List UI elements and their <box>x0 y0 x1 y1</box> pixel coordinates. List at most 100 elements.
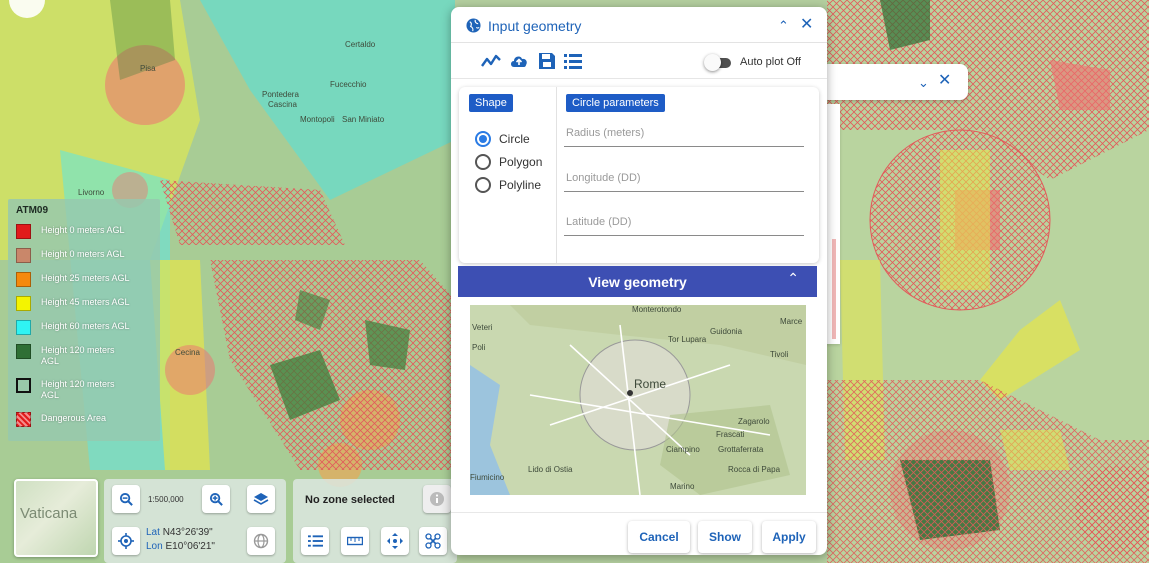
list-icon <box>307 535 323 547</box>
latitude-readout: Lat N43°26'39" <box>146 527 213 538</box>
radius-placeholder: Radius (meters) <box>566 127 645 139</box>
info-icon <box>430 492 444 506</box>
globe-button[interactable] <box>247 527 275 555</box>
preview-label: Marino <box>670 482 695 491</box>
legend-label: Height 0 meters AGL <box>41 225 125 235</box>
chevron-up-icon[interactable]: ⌃ <box>787 270 799 287</box>
shape-option-label: Polygon <box>499 155 543 169</box>
cancel-button[interactable]: Cancel <box>628 521 690 553</box>
geometry-form: Shape Circle parameters Circle Polygon P… <box>459 87 819 263</box>
legend-label: Height 45 meters AGL <box>41 297 130 307</box>
legend-item: Height 0 meters AGL <box>16 246 152 270</box>
preview-label: Monterotondo <box>632 305 682 314</box>
zone-info-button[interactable] <box>423 485 451 513</box>
map-place-label: Fucecchio <box>330 80 367 89</box>
preview-label: Tor Lupara <box>668 335 707 344</box>
basemap-switcher[interactable]: Vaticana <box>14 479 98 557</box>
circle-parameters-chip: Circle parameters <box>566 94 665 112</box>
ruler-button[interactable] <box>341 527 369 555</box>
apply-button[interactable]: Apply <box>762 521 816 553</box>
layers-button[interactable] <box>247 485 275 513</box>
save-floppy-icon[interactable] <box>537 52 557 70</box>
longitude-readout: Lon E10°06'21" <box>146 541 215 552</box>
shape-option-label: Circle <box>499 132 530 146</box>
legend-title: ATM09 <box>16 205 49 216</box>
latitude-input[interactable]: Latitude (DD) <box>564 210 804 236</box>
preview-label: Rocca di Papa <box>728 465 781 474</box>
auto-plot-label: Auto plot Off <box>740 56 801 68</box>
map-place-label: Pisa <box>140 64 156 73</box>
legend-item: Dangerous Area <box>16 410 152 434</box>
zoom-in-icon <box>209 492 223 506</box>
zone-status-text: No zone selected <box>305 494 395 506</box>
zoom-out-icon <box>119 492 133 506</box>
zoom-in-button[interactable] <box>202 485 230 513</box>
preview-label: Zagarolo <box>738 417 770 426</box>
preview-label: Grottaferrata <box>718 445 764 454</box>
legend-item: Height 120 meters AGL <box>16 342 152 376</box>
list-button[interactable] <box>301 527 329 555</box>
auto-plot-toggle-knob[interactable] <box>704 54 721 71</box>
lat-value: N43°26'39" <box>162 527 213 538</box>
lon-value: E10°06'21" <box>165 541 215 552</box>
longitude-input[interactable]: Longitude (DD) <box>564 166 804 192</box>
legend-label: Height 120 meters AGL <box>41 345 115 366</box>
geometry-preview-map[interactable]: Monterotondo Guidonia Marce Veteri Tor L… <box>470 305 806 495</box>
preview-label: Marce <box>780 317 803 326</box>
legend-item: Height 45 meters AGL <box>16 294 152 318</box>
legend-swatch-yellow <box>16 296 31 311</box>
map-place-label: Certaldo <box>345 40 376 49</box>
legend-label: Height 0 meters AGL <box>41 249 125 259</box>
legend-label: Height 25 meters AGL <box>41 273 130 283</box>
view-geometry-header[interactable]: View geometry ⌃ <box>458 266 817 297</box>
chevron-down-icon[interactable]: ⌄ <box>918 75 929 90</box>
legend-swatch-outline <box>16 378 31 393</box>
longitude-placeholder: Longitude (DD) <box>566 172 641 184</box>
close-icon[interactable]: ✕ <box>938 73 951 89</box>
collapse-chevron-up-icon[interactable]: ⌃ <box>778 18 789 33</box>
crosshair-icon <box>118 533 134 549</box>
globe-icon <box>253 533 269 549</box>
map-place-label: Pontedera <box>262 90 299 99</box>
shape-option-polygon[interactable]: Polygon <box>475 152 542 172</box>
shape-option-circle[interactable]: Circle <box>475 129 530 149</box>
preview-label: Tivoli <box>770 350 789 359</box>
zoom-out-button[interactable] <box>112 485 140 513</box>
close-icon[interactable]: ✕ <box>800 17 813 33</box>
legend-item: Height 25 meters AGL <box>16 270 152 294</box>
shape-option-polyline[interactable]: Polyline <box>475 175 541 195</box>
preview-label: Rome <box>634 377 667 391</box>
map-scale-readout: 1:500,000 <box>148 495 184 504</box>
globe-icon <box>466 18 481 33</box>
radius-input[interactable]: Radius (meters) <box>564 121 804 147</box>
map-legend: ATM09 Height 0 meters AGL Height 0 meter… <box>8 199 160 441</box>
geometry-toolbar: Auto plot Off <box>451 43 827 79</box>
legend-swatch-red <box>16 224 31 239</box>
map-place-label: San Miniato <box>342 115 385 124</box>
legend-swatch-cyan <box>16 320 31 335</box>
upload-cloud-icon[interactable] <box>509 52 529 70</box>
preview-label: Veteri <box>472 323 493 332</box>
preview-label: Frascati <box>716 430 745 439</box>
legend-item: Height 0 meters AGL <box>16 222 152 246</box>
dialog-title: Input geometry <box>488 18 582 34</box>
polyline-tool-icon[interactable] <box>481 52 501 70</box>
background-panel: ⌄ ✕ <box>820 64 968 100</box>
move-button[interactable] <box>381 527 409 555</box>
locate-button[interactable] <box>112 527 140 555</box>
lat-label: Lat <box>146 527 160 538</box>
zone-info-panel: No zone selected <box>293 479 457 563</box>
legend-swatch-brown <box>16 248 31 263</box>
drone-button[interactable] <box>419 527 447 555</box>
show-button[interactable]: Show <box>698 521 752 553</box>
radio-checked-icon[interactable] <box>475 131 491 147</box>
map-place-label: Livorno <box>78 188 105 197</box>
drone-icon <box>425 533 441 549</box>
radio-unchecked-icon[interactable] <box>475 154 491 170</box>
radio-unchecked-icon[interactable] <box>475 177 491 193</box>
list-menu-icon[interactable] <box>563 52 583 70</box>
preview-label: Lido di Ostia <box>528 465 573 474</box>
mini-map-label: Vaticana <box>20 505 78 522</box>
map-place-label: Cecina <box>175 348 200 357</box>
map-place-label: Montopoli <box>300 115 335 124</box>
